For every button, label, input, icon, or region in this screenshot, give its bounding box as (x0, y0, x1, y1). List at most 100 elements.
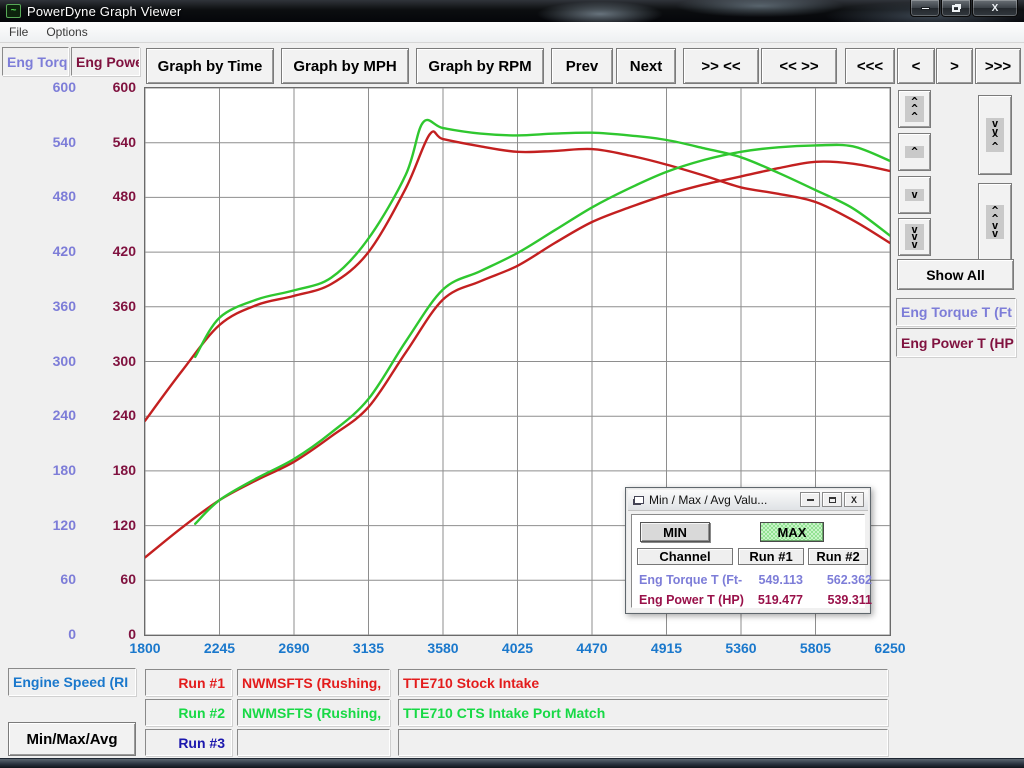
run2-dyno-box[interactable]: NWMSFTS (Rushing, (237, 699, 390, 726)
show-all-button[interactable]: Show All (897, 259, 1014, 290)
menu-options[interactable]: Options (37, 23, 96, 41)
menu-file[interactable]: File (0, 23, 37, 41)
y-axis-tick-label: 480 (94, 188, 136, 204)
y-axis-tick-label: 600 (34, 79, 76, 95)
run1-note-box[interactable]: TTE710 Stock Intake (398, 669, 888, 696)
maximize-icon (829, 497, 836, 503)
minmaxavg-button[interactable]: Min/Max/Avg (8, 722, 136, 756)
prev-button[interactable]: Prev (551, 48, 613, 84)
power-axis-label-box[interactable]: Eng Powe (71, 47, 140, 76)
scroll-left-button[interactable]: < (897, 48, 935, 84)
run1-label-box[interactable]: Run #1 (145, 669, 232, 696)
y-axis-tick-label: 240 (94, 407, 136, 423)
power-row-channel: Eng Power T (HP) (639, 593, 739, 607)
compress-chevrons-icon: v v ^ ^ (986, 118, 1005, 152)
x-axis-tick-label: 5360 (713, 640, 769, 656)
run1-dyno-box[interactable]: NWMSFTS (Rushing, (237, 669, 390, 696)
restore-button[interactable] (941, 0, 971, 17)
minmax-window-title: Min / Max / Avg Valu... (649, 493, 767, 507)
scroll-far-right-button[interactable]: >>> (975, 48, 1021, 84)
min-toggle-button[interactable]: MIN (640, 522, 710, 542)
scroll-far-left-button[interactable]: <<< (845, 48, 895, 84)
scale-up-button[interactable]: ^ (898, 133, 931, 171)
y-axis-tick-label: 600 (94, 79, 136, 95)
y-axis-tick-label: 60 (94, 571, 136, 587)
max-toggle-button[interactable]: MAX (760, 522, 824, 542)
x-axis-tick-label: 5805 (788, 640, 844, 656)
graph-by-time-button[interactable]: Graph by Time (146, 48, 274, 84)
restore-icon (952, 5, 960, 12)
torque-axis-label-box[interactable]: Eng Torq (2, 47, 69, 76)
scroll-right-button[interactable]: > (936, 48, 973, 84)
close-button[interactable]: X (972, 0, 1018, 17)
y-axis-tick-label: 60 (34, 571, 76, 587)
run3-dyno-box[interactable] (237, 729, 390, 756)
y-axis-tick-label: 0 (34, 626, 76, 642)
y-axis-tick-label: 540 (34, 134, 76, 150)
power-channel-box[interactable]: Eng Power T (HP (896, 328, 1016, 357)
minmax-close-button[interactable]: X (844, 492, 864, 507)
minmax-minimize-button[interactable] (800, 492, 820, 507)
scale-down-button[interactable]: v (898, 176, 931, 214)
x-axis-tick-label: 2245 (192, 640, 248, 656)
scale-up-fast-button[interactable]: ^ ^ ^ (898, 90, 931, 128)
minmax-window[interactable]: Min / Max / Avg Valu... X MIN MAX Channe… (625, 487, 871, 614)
y-axis-tick-label: 240 (34, 407, 76, 423)
minmax-title-bar[interactable]: Min / Max / Avg Valu... X (628, 490, 868, 511)
power-row-run1-value: 519.477 (735, 593, 803, 607)
y-axis-tick-label: 300 (94, 353, 136, 369)
y-axis-tick-label: 180 (34, 462, 76, 478)
run2-column-header[interactable]: Run #2 (808, 548, 868, 565)
up-chevron-icon: ^ (905, 146, 924, 158)
minimize-button[interactable] (910, 0, 940, 17)
y-axis-tick-label: 420 (34, 243, 76, 259)
minimize-icon (807, 499, 814, 501)
zoom-out-x-button[interactable]: << >> (761, 48, 837, 84)
down-chevron-icon: v (905, 189, 924, 201)
minimize-icon (921, 7, 930, 10)
power-row-run2-value: 539.311 (804, 593, 872, 607)
x-axis-tick-label: 4915 (639, 640, 695, 656)
engine-speed-box[interactable]: Engine Speed (RI (8, 668, 136, 696)
run3-note-box[interactable] (398, 729, 888, 756)
y-axis-tick-label: 120 (94, 517, 136, 533)
x-axis-tick-label: 1800 (117, 640, 173, 656)
next-button[interactable]: Next (616, 48, 676, 84)
app-icon: ~ (6, 4, 21, 18)
scale-down-fast-button[interactable]: v v v (898, 218, 931, 256)
torque-channel-box[interactable]: Eng Torque T (Ft (896, 298, 1016, 326)
powerdyne-app: { "window": { "title": "PowerDyne Graph … (0, 0, 1024, 768)
flag-icon (634, 496, 644, 504)
y-axis-tick-label: 120 (34, 517, 76, 533)
minmax-body: MIN MAX Channel Run #1 Run #2 Eng Torque… (631, 514, 865, 608)
y-axis-tick-label: 360 (34, 298, 76, 314)
channel-column-header[interactable]: Channel (637, 548, 733, 565)
run2-note-box[interactable]: TTE710 CTS Intake Port Match (398, 699, 888, 726)
triple-up-chevron-icon: ^ ^ ^ (905, 96, 924, 123)
graph-by-mph-button[interactable]: Graph by MPH (281, 48, 409, 84)
run1-column-header[interactable]: Run #1 (738, 548, 804, 565)
menu-bar: File Options (0, 22, 1024, 43)
window-bottom-frame (0, 758, 1024, 768)
expand-scale-button[interactable]: ^ ^ v v (978, 183, 1012, 261)
minmax-maximize-button[interactable] (822, 492, 842, 507)
title-bar[interactable]: ~ PowerDyne Graph Viewer X (0, 0, 1024, 22)
torque-row-run2-value: 562.362 (804, 573, 872, 587)
compress-scale-button[interactable]: v v ^ ^ (978, 95, 1012, 175)
torque-row-run1-value: 549.113 (735, 573, 803, 587)
y-axis-tick-label: 420 (94, 243, 136, 259)
x-axis-tick-label: 4025 (490, 640, 546, 656)
x-axis-tick-label: 3580 (415, 640, 471, 656)
curve-run-2-eng-power-t-hp- (195, 145, 890, 524)
x-axis-tick-label: 3135 (341, 640, 397, 656)
x-axis-tick-label: 2690 (266, 640, 322, 656)
run3-label-box[interactable]: Run #3 (145, 729, 232, 756)
x-axis-tick-label: 6250 (862, 640, 918, 656)
y-axis-tick-label: 180 (94, 462, 136, 478)
run2-label-box[interactable]: Run #2 (145, 699, 232, 726)
y-axis-tick-label: 300 (34, 353, 76, 369)
zoom-in-x-button[interactable]: >> << (683, 48, 759, 84)
graph-by-rpm-button[interactable]: Graph by RPM (416, 48, 544, 84)
y-axis-tick-label: 540 (94, 134, 136, 150)
expand-chevrons-icon: ^ ^ v v (986, 205, 1005, 239)
